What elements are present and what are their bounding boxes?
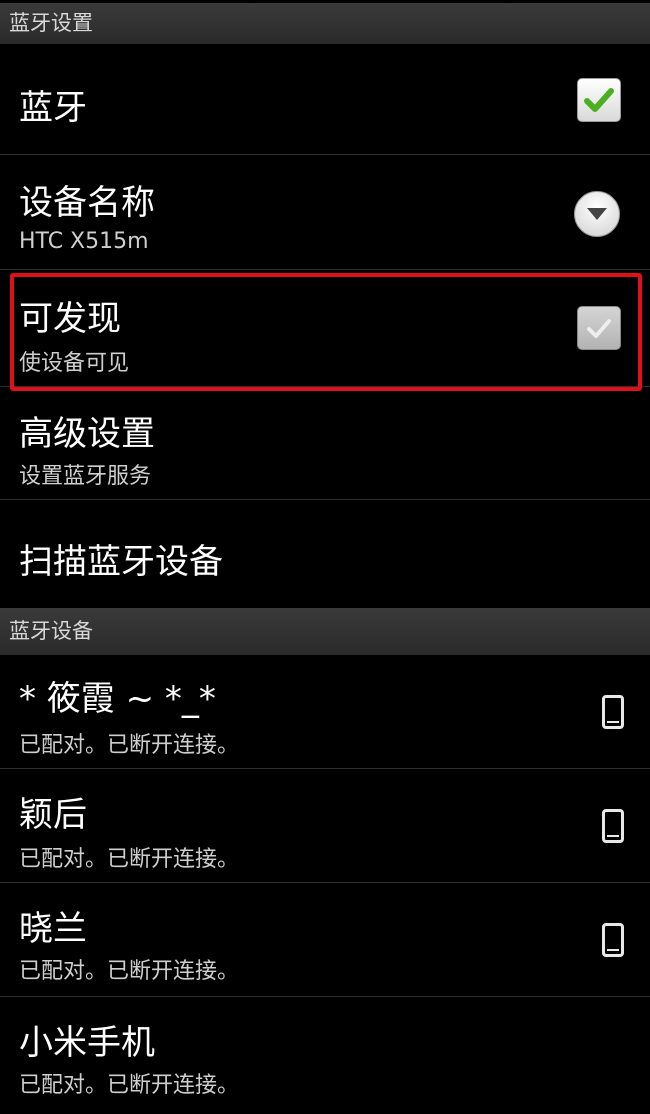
discoverable-title: 可发现: [19, 299, 121, 339]
section-header-bluetooth-devices: 蓝牙设备: [0, 608, 650, 655]
device-name-title: 设备名称: [19, 183, 155, 223]
device-name-row[interactable]: 设备名称 HTC X515m: [0, 155, 650, 270]
device-status: 已配对。已断开连接。: [19, 959, 240, 984]
bluetooth-checkbox[interactable]: [577, 78, 621, 122]
device-name: 颖后: [19, 795, 87, 835]
phone-icon: [602, 809, 624, 843]
section-header-label: 蓝牙设置: [9, 11, 93, 35]
advanced-settings-row[interactable]: 高级设置 设置蓝牙服务: [0, 387, 650, 500]
device-name: 小米手机: [19, 1023, 155, 1063]
advanced-settings-summary: 设置蓝牙服务: [19, 464, 152, 489]
phone-icon: [602, 923, 624, 957]
scan-devices-title: 扫描蓝牙设备: [19, 542, 223, 582]
device-name: 晓兰: [19, 909, 87, 949]
device-status: 已配对。已断开连接。: [19, 1073, 240, 1098]
checkmark-icon: [587, 319, 611, 338]
advanced-settings-title: 高级设置: [19, 414, 155, 454]
bluetooth-title: 蓝牙: [19, 88, 87, 128]
discoverable-summary: 使设备可见: [19, 351, 130, 376]
discoverable-checkbox[interactable]: [577, 306, 621, 350]
discoverable-row[interactable]: 可发现 使设备可见: [0, 270, 650, 387]
device-name-value: HTC X515m: [19, 229, 149, 254]
device-status: 已配对。已断开连接。: [19, 733, 240, 758]
section-header-label: 蓝牙设备: [9, 619, 93, 643]
device-status: 已配对。已断开连接。: [19, 847, 240, 872]
device-name-dropdown[interactable]: [574, 191, 620, 237]
device-list-item[interactable]: * 筱霞 ~ *_* 已配对。已断开连接。: [0, 655, 650, 769]
device-list-item[interactable]: 颖后 已配对。已断开连接。: [0, 769, 650, 883]
phone-icon: [602, 695, 624, 729]
section-header-bluetooth-settings: 蓝牙设置: [0, 3, 650, 44]
device-name: * 筱霞 ~ *_*: [19, 679, 216, 719]
bluetooth-toggle-row[interactable]: 蓝牙: [0, 44, 650, 155]
chevron-down-icon: [587, 208, 607, 220]
device-list-item[interactable]: 小米手机 已配对。已断开连接。: [0, 997, 650, 1111]
checkmark-icon: [584, 88, 614, 112]
device-list-item[interactable]: 晓兰 已配对。已断开连接。: [0, 883, 650, 997]
scan-devices-row[interactable]: 扫描蓝牙设备: [0, 500, 650, 608]
